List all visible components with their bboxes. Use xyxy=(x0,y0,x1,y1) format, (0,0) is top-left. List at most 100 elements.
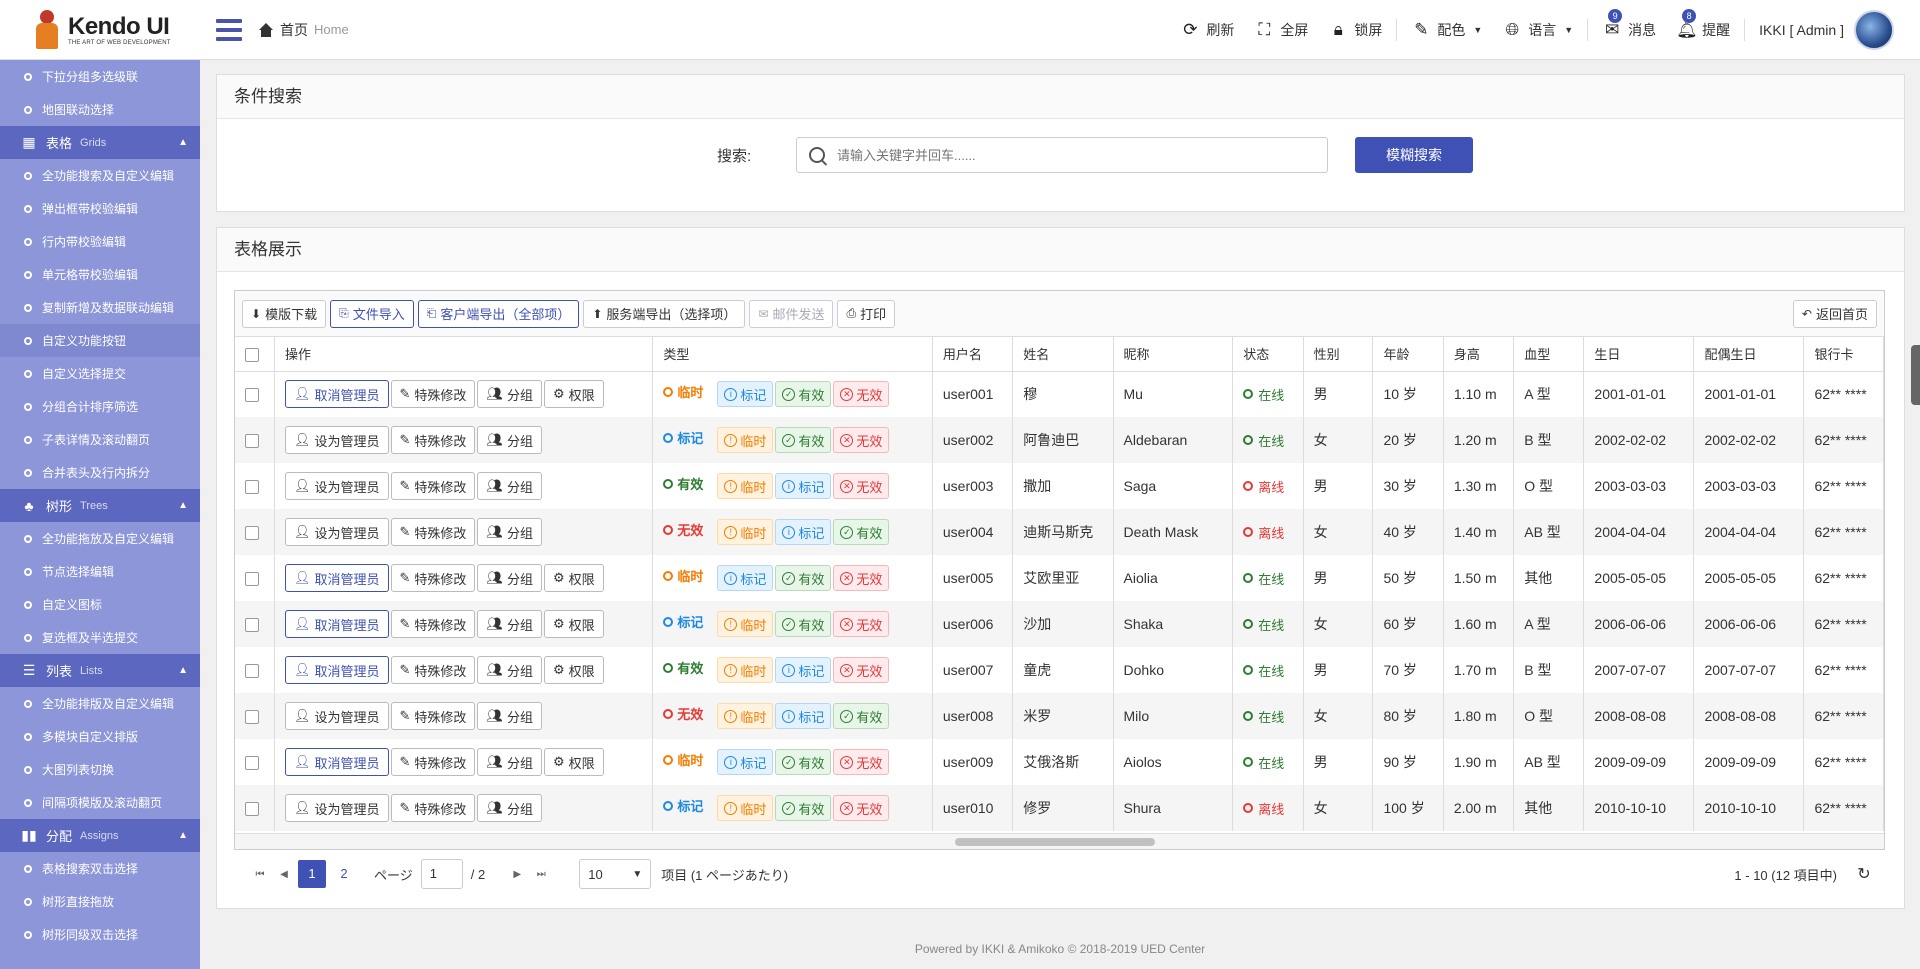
group-button[interactable]: 👥︎ 分组 xyxy=(477,794,542,822)
column-header[interactable]: 血型 xyxy=(1513,337,1585,372)
back-home-button[interactable]: ↶ 返回首页 xyxy=(1792,299,1877,328)
side-drawer-handle[interactable] xyxy=(1911,345,1920,405)
column-header[interactable]: 身高 xyxy=(1443,337,1515,372)
group-button[interactable]: 👥︎ 分组 xyxy=(477,472,542,500)
permission-button[interactable]: ⚙ 权限 xyxy=(543,656,604,684)
table-row[interactable]: 👤︎ 取消管理员 ✎ 特殊修改 👥︎ 分组 ⚙ 权限 临时 i 标记 ✓ 有效 ✕ 无效 user005 艾欧里… xyxy=(235,555,1884,601)
group-button[interactable]: 👥︎ 分组 xyxy=(477,702,542,730)
column-header[interactable]: 操作 xyxy=(274,337,654,372)
refresh-icon[interactable]: ↻ xyxy=(1849,864,1879,884)
page-number-input[interactable]: 1 xyxy=(420,859,463,889)
column-header[interactable]: 生日 xyxy=(1583,337,1695,372)
user-name[interactable]: IKKI [ Admin ] xyxy=(1749,22,1854,38)
sidebar-item[interactable]: 节点选择编辑 xyxy=(0,555,200,588)
messages-button[interactable]: ✉ 9 消息 xyxy=(1592,8,1666,40)
group-button[interactable]: 👥︎ 分组 xyxy=(477,426,542,454)
type-invalid-button[interactable]: ✕ 无效 xyxy=(833,565,890,591)
table-row[interactable]: 👤︎ 设为管理员 ✎ 特殊修改 👥︎ 分组 标记! 临时 ✓ 有效 ✕ 无效 user002 阿鲁迪巴 Al… xyxy=(235,417,1884,463)
row-checkbox[interactable] xyxy=(245,756,259,771)
type-mark-button[interactable]: i 标记 xyxy=(717,381,774,408)
refresh-button[interactable]: ⟳ 刷新 xyxy=(1170,20,1244,40)
type-valid-button[interactable]: ✓ 有效 xyxy=(775,611,832,637)
table-row[interactable]: 👤︎ 设为管理员 ✎ 特殊修改 👥︎ 分组 无效! 临时 i 标记 ✓ 有效 user004 迪斯马斯克 D… xyxy=(235,509,1884,555)
sidebar-group-assigns[interactable]: ▮▮ 分配 Assigns ▲ xyxy=(0,819,200,852)
special-edit-button[interactable]: ✎ 特殊修改 xyxy=(390,380,476,409)
type-temp-button[interactable]: ! 临时 xyxy=(717,473,774,499)
table-row[interactable]: 👤︎ 设为管理员 ✎ 特殊修改 👥︎ 分组 标记! 临时 ✓ 有效 ✕ 无效 user010 修罗 Shur… xyxy=(235,785,1884,831)
last-page-icon[interactable]: ⏭ xyxy=(529,869,553,880)
type-mark-button[interactable]: i 标记 xyxy=(775,473,832,499)
row-checkbox[interactable] xyxy=(245,802,259,817)
column-header[interactable]: 状态 xyxy=(1232,337,1304,372)
type-valid-button[interactable]: ✓ 有效 xyxy=(775,749,832,775)
column-header[interactable]: 类型 xyxy=(652,337,933,372)
type-valid-button[interactable]: ✓ 有效 xyxy=(775,381,832,408)
color-theme-dropdown[interactable]: ✎ 配色 ▼ xyxy=(1401,20,1492,40)
group-button[interactable]: 👥︎ 分组 xyxy=(477,656,542,684)
sidebar-item[interactable]: 复选框及半选提交 xyxy=(0,621,200,654)
type-invalid-button[interactable]: ✕ 无效 xyxy=(833,381,890,408)
server-export-button[interactable]: ⬆ 服务端导出（选择项） xyxy=(583,299,746,328)
fuzzy-search-button[interactable]: 模糊搜索 xyxy=(1355,137,1473,173)
type-valid-button[interactable]: ✓ 有效 xyxy=(833,519,890,545)
logo[interactable]: Kendo UI THE ART OF WEB DEVELOPMENT xyxy=(0,0,200,60)
sidebar-item[interactable]: 表格搜索双击选择 xyxy=(0,852,200,885)
page-2[interactable]: 2 xyxy=(330,860,358,888)
type-invalid-button[interactable]: ✕ 无效 xyxy=(833,795,890,821)
template-download-button[interactable]: ⬇ 模版下载 xyxy=(242,299,327,328)
lock-screen-button[interactable]: 🔒︎ 锁屏 xyxy=(1318,20,1392,40)
client-export-button[interactable]: ⎗ 客户端导出（全部项） xyxy=(417,299,580,328)
column-header[interactable]: 配偶生日 xyxy=(1693,337,1805,372)
sidebar-item[interactable]: 全功能拖放及自定义编辑 xyxy=(0,522,200,555)
cancel-admin-button[interactable]: 👤︎ 取消管理员 xyxy=(284,380,389,409)
row-checkbox[interactable] xyxy=(245,526,259,541)
group-button[interactable]: 👥︎ 分组 xyxy=(477,610,542,638)
type-mark-button[interactable]: i 标记 xyxy=(775,519,832,545)
first-page-icon[interactable]: ⏮ xyxy=(248,869,272,880)
set-admin-button[interactable]: 👤︎ 设为管理员 xyxy=(284,472,389,500)
sidebar-item[interactable]: 下拉分组多选级联 xyxy=(0,60,200,93)
type-temp-button[interactable]: ! 临时 xyxy=(717,519,774,545)
special-edit-button[interactable]: ✎ 特殊修改 xyxy=(390,426,476,454)
type-valid-button[interactable]: ✓ 有效 xyxy=(775,565,832,591)
permission-button[interactable]: ⚙ 权限 xyxy=(543,610,604,638)
table-row[interactable]: 👤︎ 取消管理员 ✎ 特殊修改 👥︎ 分组 ⚙ 权限 有效! 临时 i 标记 ✕ 无效 user007 童虎 D… xyxy=(235,647,1884,693)
special-edit-button[interactable]: ✎ 特殊修改 xyxy=(390,702,476,730)
group-button[interactable]: 👥︎ 分组 xyxy=(477,748,542,776)
table-row[interactable]: 👤︎ 取消管理员 ✎ 特殊修改 👥︎ 分组 ⚙ 权限 临时 i 标记 ✓ 有效 ✕ 无效 user009 艾俄洛… xyxy=(235,739,1884,785)
row-checkbox[interactable] xyxy=(245,618,259,633)
row-checkbox[interactable] xyxy=(245,388,259,403)
column-header[interactable]: 银行卡 xyxy=(1803,337,1884,372)
menu-toggle-icon[interactable] xyxy=(216,18,242,41)
sidebar-item[interactable]: 全功能搜索及自定义编辑 xyxy=(0,159,200,192)
type-invalid-button[interactable]: ✕ 无效 xyxy=(833,749,890,775)
group-button[interactable]: 👥︎ 分组 xyxy=(477,564,542,592)
table-row[interactable]: 👤︎ 取消管理员 ✎ 特殊修改 👥︎ 分组 ⚙ 权限 标记! 临时 ✓ 有效 ✕ 无效 user006 沙加 S… xyxy=(235,601,1884,647)
sidebar-item[interactable]: 弹出框带校验编辑 xyxy=(0,192,200,225)
row-checkbox[interactable] xyxy=(245,664,259,679)
special-edit-button[interactable]: ✎ 特殊修改 xyxy=(390,610,476,638)
type-valid-button[interactable]: ✓ 有效 xyxy=(775,795,832,821)
special-edit-button[interactable]: ✎ 特殊修改 xyxy=(390,748,476,776)
sidebar-group-trees[interactable]: ♣ 树形 Trees ▲ xyxy=(0,489,200,522)
type-invalid-button[interactable]: ✕ 无效 xyxy=(833,427,890,453)
type-mark-button[interactable]: i 标记 xyxy=(717,565,774,591)
column-header[interactable]: 用户名 xyxy=(932,337,1014,372)
group-button[interactable]: 👥︎ 分组 xyxy=(477,518,542,546)
permission-button[interactable]: ⚙ 权限 xyxy=(543,564,604,592)
type-invalid-button[interactable]: ✕ 无效 xyxy=(833,473,890,499)
cancel-admin-button[interactable]: 👤︎ 取消管理员 xyxy=(284,748,389,776)
file-import-button[interactable]: ⎘ 文件导入 xyxy=(330,299,414,328)
search-field[interactable] xyxy=(837,147,1297,163)
cancel-admin-button[interactable]: 👤︎ 取消管理员 xyxy=(284,610,389,638)
type-mark-button[interactable]: i 标记 xyxy=(775,657,832,683)
avatar[interactable] xyxy=(1854,9,1894,50)
type-mark-button[interactable]: i 标记 xyxy=(775,703,832,729)
permission-button[interactable]: ⚙ 权限 xyxy=(543,748,604,776)
select-all-checkbox[interactable] xyxy=(245,347,259,362)
table-row[interactable]: 👤︎ 设为管理员 ✎ 特殊修改 👥︎ 分组 无效! 临时 i 标记 ✓ 有效 user008 米罗 Milo… xyxy=(235,693,1884,739)
set-admin-button[interactable]: 👤︎ 设为管理员 xyxy=(284,794,389,822)
special-edit-button[interactable]: ✎ 特殊修改 xyxy=(390,656,476,684)
type-temp-button[interactable]: ! 临时 xyxy=(717,657,774,683)
column-header[interactable]: 昵称 xyxy=(1113,337,1234,372)
